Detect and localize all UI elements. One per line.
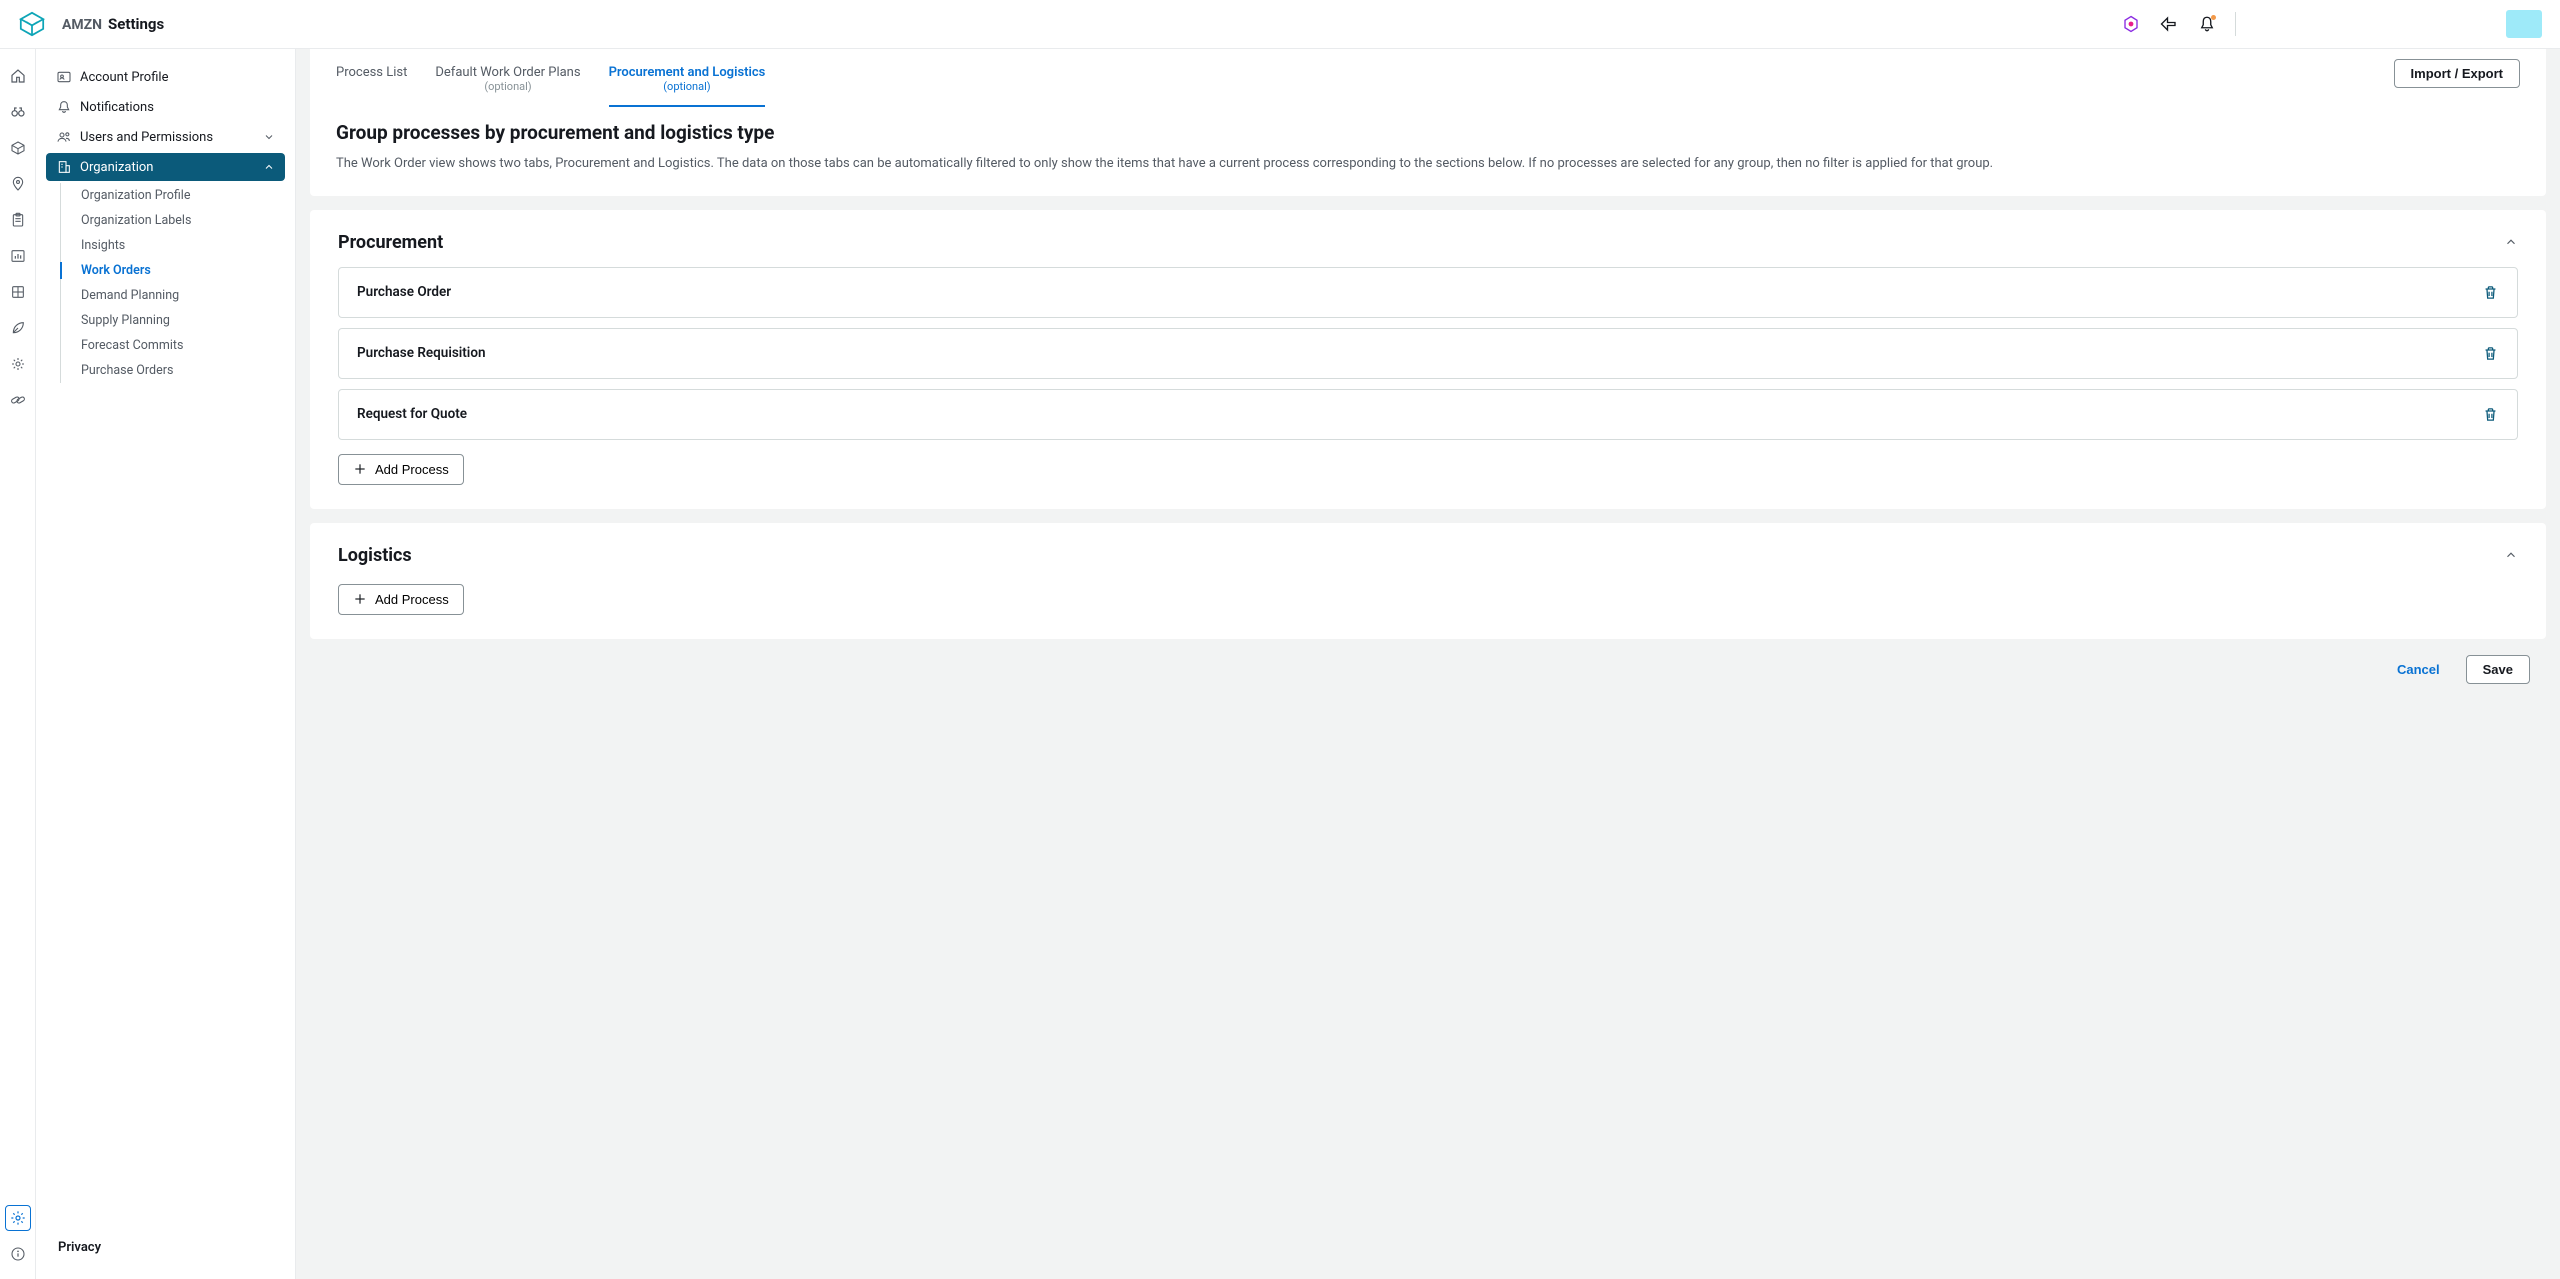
tabs: Process List Default Work Order Plans (o… <box>310 49 791 107</box>
header-divider <box>2235 12 2236 36</box>
header-title: AMZN Settings <box>62 15 164 33</box>
header-page-title: Settings <box>108 15 164 33</box>
notification-badge-dot <box>2211 15 2216 20</box>
process-row[interactable]: Purchase Order <box>338 267 2518 318</box>
collapse-icon[interactable] <box>2504 235 2518 249</box>
rail-package-icon[interactable] <box>5 135 31 161</box>
subnav-demand-planning[interactable]: Demand Planning <box>61 283 285 308</box>
rail-settings-icon[interactable] <box>5 1205 31 1231</box>
sidebar-item-organization[interactable]: Organization <box>46 153 285 181</box>
rail-grid-icon[interactable] <box>5 279 31 305</box>
sidebar-item-notifications[interactable]: Notifications <box>46 93 285 121</box>
feedback-icon[interactable] <box>2159 14 2179 34</box>
subnav-forecast-commits[interactable]: Forecast Commits <box>61 333 285 358</box>
chevron-up-icon <box>263 161 275 173</box>
rail-gear-small-icon[interactable] <box>5 351 31 377</box>
process-name: Request for Quote <box>357 406 467 422</box>
plus-icon <box>353 462 367 476</box>
trash-icon[interactable] <box>2482 406 2499 423</box>
subnav-supply-planning[interactable]: Supply Planning <box>61 308 285 333</box>
subnav-purchase-orders[interactable]: Purchase Orders <box>61 358 285 383</box>
sidebar-item-label: Users and Permissions <box>80 130 213 145</box>
add-process-button[interactable]: Add Process <box>338 584 464 615</box>
plus-icon <box>353 592 367 606</box>
header-actions <box>2121 12 2236 36</box>
page-description: The Work Order view shows two tabs, Proc… <box>336 154 2520 174</box>
tab-process-list[interactable]: Process List <box>336 65 407 92</box>
section-title-procurement: Procurement <box>338 232 443 253</box>
ai-assistant-icon[interactable] <box>2121 14 2141 34</box>
building-icon <box>56 159 72 175</box>
collapse-icon[interactable] <box>2504 548 2518 562</box>
process-name: Purchase Order <box>357 284 451 300</box>
rail-home-icon[interactable] <box>5 63 31 89</box>
user-menu[interactable] <box>2506 10 2542 38</box>
sidebar-item-label: Account Profile <box>80 70 168 85</box>
rail-link-icon[interactable] <box>5 387 31 413</box>
sidebar-item-account-profile[interactable]: Account Profile <box>46 63 285 91</box>
import-export-button[interactable]: Import / Export <box>2394 59 2520 88</box>
footer-actions: Cancel Save <box>310 653 2546 700</box>
user-card-icon <box>56 69 72 85</box>
cancel-button[interactable]: Cancel <box>2381 655 2456 684</box>
rail-info-icon[interactable] <box>5 1241 31 1267</box>
app-header: AMZN Settings <box>0 0 2560 49</box>
process-row[interactable]: Purchase Requisition <box>338 328 2518 379</box>
main-content: Process List Default Work Order Plans (o… <box>296 49 2560 1279</box>
save-button[interactable]: Save <box>2466 655 2530 684</box>
chevron-down-icon <box>263 131 275 143</box>
users-icon <box>56 129 72 145</box>
sidebar-item-users-permissions[interactable]: Users and Permissions <box>46 123 285 151</box>
notifications-bell-icon[interactable] <box>2197 14 2217 34</box>
rail-clipboard-icon[interactable] <box>5 207 31 233</box>
subnav-organization-profile[interactable]: Organization Profile <box>61 183 285 208</box>
page-header-panel: Process List Default Work Order Plans (o… <box>310 49 2546 196</box>
trash-icon[interactable] <box>2482 345 2499 362</box>
sidebar-item-label: Organization <box>80 160 153 175</box>
logistics-section: Logistics Add Process <box>310 523 2546 639</box>
cube-logo-icon <box>18 10 46 38</box>
subnav-work-orders[interactable]: Work Orders <box>61 258 285 283</box>
icon-rail <box>0 49 36 1279</box>
rail-chart-icon[interactable] <box>5 243 31 269</box>
process-name: Purchase Requisition <box>357 345 486 361</box>
bell-icon <box>56 99 72 115</box>
organization-subnav: Organization Profile Organization Labels… <box>60 183 285 383</box>
subnav-organization-labels[interactable]: Organization Labels <box>61 208 285 233</box>
add-process-button[interactable]: Add Process <box>338 454 464 485</box>
rail-leaf-icon[interactable] <box>5 315 31 341</box>
section-title-logistics: Logistics <box>338 545 412 566</box>
settings-sidebar: Account Profile Notifications Users and … <box>36 49 296 1279</box>
app-logo[interactable] <box>14 6 50 42</box>
procurement-section: Procurement Purchase Order Purchase Requ… <box>310 210 2546 509</box>
process-row[interactable]: Request for Quote <box>338 389 2518 440</box>
sidebar-privacy-link[interactable]: Privacy <box>46 1230 285 1265</box>
rail-binoculars-icon[interactable] <box>5 99 31 125</box>
subnav-insights[interactable]: Insights <box>61 233 285 258</box>
sidebar-item-label: Notifications <box>80 100 154 115</box>
tab-default-work-order-plans[interactable]: Default Work Order Plans (optional) <box>435 65 580 105</box>
rail-location-icon[interactable] <box>5 171 31 197</box>
header-org-code: AMZN <box>62 17 102 33</box>
tab-procurement-and-logistics[interactable]: Procurement and Logistics (optional) <box>609 65 766 107</box>
trash-icon[interactable] <box>2482 284 2499 301</box>
page-title: Group processes by procurement and logis… <box>336 121 2520 144</box>
